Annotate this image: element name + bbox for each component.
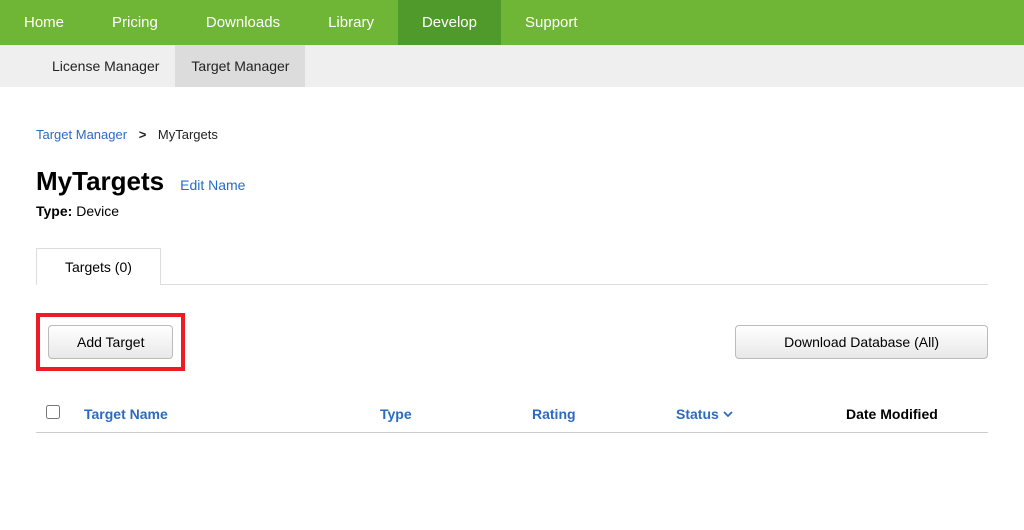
type-label: Type: <box>36 203 72 219</box>
nav-library[interactable]: Library <box>304 0 398 45</box>
download-database-button[interactable]: Download Database (All) <box>735 325 988 359</box>
tab-targets[interactable]: Targets (0) <box>36 248 161 285</box>
nav-downloads[interactable]: Downloads <box>182 0 304 45</box>
actions-row: Add Target Download Database (All) <box>36 313 988 371</box>
select-all-checkbox[interactable] <box>46 405 60 419</box>
th-status-label: Status <box>676 406 719 422</box>
nav-support[interactable]: Support <box>501 0 602 45</box>
th-status[interactable]: Status <box>676 406 846 422</box>
chevron-down-icon <box>723 406 733 422</box>
edit-name-link[interactable]: Edit Name <box>180 177 245 193</box>
add-target-highlight: Add Target <box>36 313 185 371</box>
th-target-name[interactable]: Target Name <box>84 406 380 422</box>
add-target-button[interactable]: Add Target <box>48 325 173 359</box>
page-title-row: MyTargets Edit Name <box>36 166 988 197</box>
page-title: MyTargets <box>36 166 164 197</box>
nav-pricing[interactable]: Pricing <box>88 0 182 45</box>
content-area: Target Manager > MyTargets MyTargets Edi… <box>0 87 1024 453</box>
table-header-row: Target Name Type Rating Status Date Modi… <box>36 395 988 433</box>
top-nav: Home Pricing Downloads Library Develop S… <box>0 0 1024 45</box>
subnav-license-manager[interactable]: License Manager <box>36 45 175 87</box>
breadcrumb-separator: > <box>139 127 147 142</box>
subnav-target-manager[interactable]: Target Manager <box>175 45 305 87</box>
type-value-text: Device <box>76 203 119 219</box>
th-type[interactable]: Type <box>380 406 532 422</box>
breadcrumb-target-manager[interactable]: Target Manager <box>36 127 127 142</box>
nav-develop[interactable]: Develop <box>398 0 501 45</box>
tabs-row: Targets (0) <box>36 247 988 285</box>
sub-nav: License Manager Target Manager <box>0 45 1024 87</box>
th-date-modified: Date Modified <box>846 406 988 422</box>
th-rating[interactable]: Rating <box>532 406 676 422</box>
breadcrumb-current: MyTargets <box>158 127 218 142</box>
breadcrumb: Target Manager > MyTargets <box>36 127 988 142</box>
select-all-cell <box>46 405 80 422</box>
type-row: Type: Device <box>36 203 988 219</box>
nav-home[interactable]: Home <box>0 0 88 45</box>
